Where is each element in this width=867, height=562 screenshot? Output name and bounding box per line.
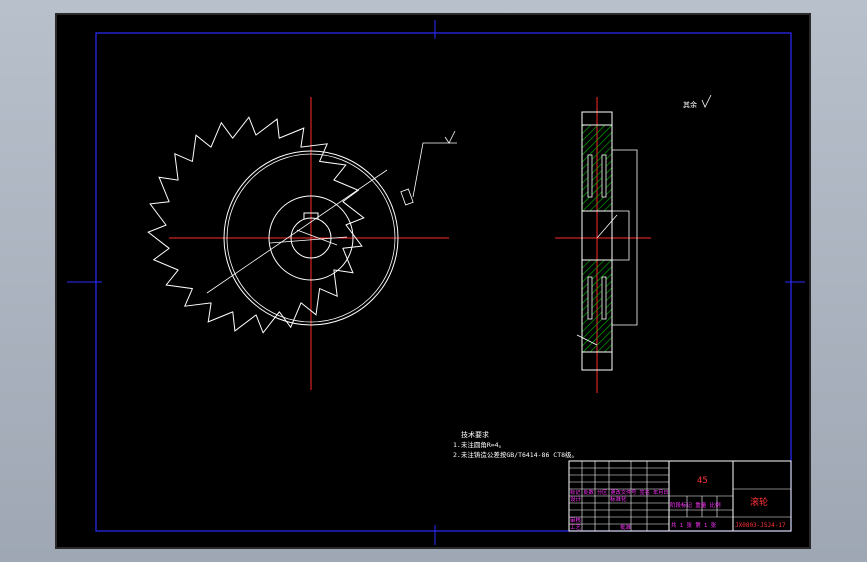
surface-leader (412, 142, 457, 198)
wheel-teeth-outline (147, 116, 365, 334)
tooth-detail-box (400, 188, 414, 206)
stage-label: 阶段标记 重量 比例 (670, 501, 721, 509)
design-label: 设计 (570, 495, 582, 503)
approve-label: 批准 (620, 523, 632, 531)
section-lower (581, 259, 613, 353)
groove-upper-right (601, 154, 607, 198)
front-view (147, 97, 457, 390)
drawing-number: JX0803-JSJ4-17 (735, 522, 786, 529)
process-label: 工艺 (570, 524, 582, 531)
dimension-leader-side (596, 214, 618, 239)
note-1: 1.未注圆角R=4。 (453, 440, 505, 449)
notes-title: 技术要求 (461, 430, 489, 439)
review-label: 审核 (570, 516, 582, 524)
groove-lower-right (601, 276, 607, 320)
part-name: 滚轮 (750, 496, 768, 508)
groove-lower-left (587, 276, 593, 320)
section-upper (581, 124, 613, 212)
groove-upper-left (587, 154, 593, 198)
surface-finish-label: 其余 (683, 100, 697, 109)
roughness-symbol (444, 130, 456, 144)
surface-finish-note: 其余 (683, 94, 712, 109)
dimension-leader-diameter (206, 169, 388, 294)
surface-finish-symbol (701, 94, 712, 108)
note-2: 2.未注铸造公差按GB/T6414-86 CT8级。 (453, 450, 578, 459)
technical-notes: 技术要求 1.未注圆角R=4。 2.未注铸造公差按GB/T6414-86 CT8… (453, 430, 578, 459)
side-view (555, 97, 651, 393)
material-label: 45 (697, 476, 708, 486)
cad-drawing: 其余 技术要求 1.未注圆角R=4。 2.未注铸造公差按GB/T6414-86 … (67, 20, 805, 545)
drawing-canvas: 其余 技术要求 1.未注圆角R=4。 2.未注铸造公差按GB/T6414-86 … (55, 13, 811, 549)
title-block: 45 滚轮 JX0803-JSJ4-17 标记 处数 分区 更改文件号 签名 年… (568, 460, 792, 532)
revision-row: 标记 处数 分区 更改文件号 签名 年月日 (570, 488, 669, 496)
standardize-label: 标准化 (610, 495, 627, 503)
sheet-label: 共 1 张 第 1 张 (671, 521, 717, 529)
